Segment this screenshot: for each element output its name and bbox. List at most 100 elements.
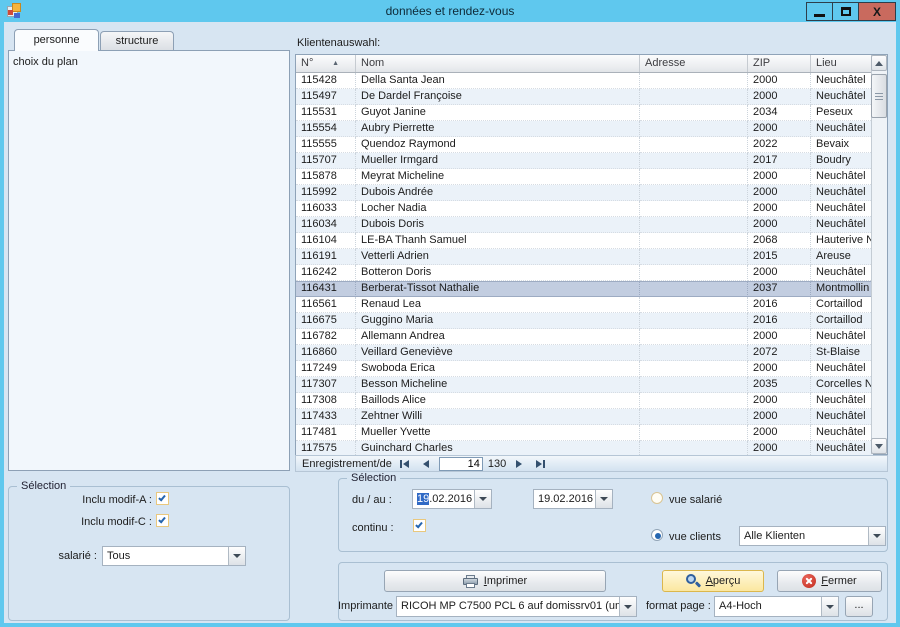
cell (640, 153, 748, 169)
cell: 115707 (296, 153, 356, 169)
close-button[interactable]: X (858, 2, 896, 21)
cell: 2000 (748, 73, 811, 89)
column-header-adresse[interactable]: Adresse (640, 55, 748, 72)
table-row[interactable]: 117575Guinchard Charles2000Neuchâtel (296, 441, 873, 456)
cell: Aubry Pierrette (356, 121, 640, 137)
record-navigator: Enregistrement/de 130 (295, 455, 888, 472)
table-row[interactable]: 116675Guggino Maria2016Cortaillod (296, 313, 873, 329)
table-row[interactable]: 116191Vetterli Adrien2015Areuse (296, 249, 873, 265)
printer-icon (463, 575, 479, 588)
table-row[interactable]: 115878Meyrat Micheline2000Neuchâtel (296, 169, 873, 185)
table-row[interactable]: 116561Renaud Lea2016Cortaillod (296, 297, 873, 313)
chevron-down-icon[interactable] (595, 490, 612, 508)
cell: 117481 (296, 425, 356, 441)
cell: Baillods Alice (356, 393, 640, 409)
scrollbar-thumb[interactable] (871, 74, 887, 118)
cell: Botteron Doris (356, 265, 640, 281)
imprimante-select[interactable]: RICOH MP C7500 PCL 6 auf domissrv01 (um (396, 596, 637, 617)
date-to-picker[interactable]: 19.02.2016 (533, 489, 613, 509)
vue-salarie-radio[interactable] (651, 492, 663, 504)
table-row[interactable]: 117307Besson Micheline2035Corcelles NE (296, 377, 873, 393)
table-row[interactable]: 117308Baillods Alice2000Neuchâtel (296, 393, 873, 409)
first-record-button[interactable] (397, 457, 413, 470)
minimize-button[interactable] (806, 2, 833, 21)
apercu-button[interactable]: Aperçu (662, 570, 764, 592)
cell (640, 377, 748, 393)
cell: De Dardel Françoise (356, 89, 640, 105)
cell: 2000 (748, 169, 811, 185)
cell: 115428 (296, 73, 356, 89)
tab-structure[interactable]: structure (100, 31, 174, 51)
cell: Neuchâtel (811, 393, 873, 409)
column-header-nom[interactable]: Nom (356, 55, 640, 72)
clients-filter-select[interactable]: Alle Klienten (739, 526, 886, 546)
cell (640, 121, 748, 137)
cell (640, 345, 748, 361)
table-row[interactable]: 116242Botteron Doris2000Neuchâtel (296, 265, 873, 281)
previous-record-button[interactable] (418, 457, 434, 470)
table-row[interactable]: 115554Aubry Pierrette2000Neuchâtel (296, 121, 873, 137)
table-row[interactable]: 115497De Dardel Françoise2000Neuchâtel (296, 89, 873, 105)
table-row[interactable]: 115992Dubois Andrée2000Neuchâtel (296, 185, 873, 201)
salarie-select[interactable]: Tous (102, 546, 246, 566)
cell: Guggino Maria (356, 313, 640, 329)
inclu-modif-a-checkbox[interactable] (156, 492, 169, 505)
table-row[interactable]: 116782Allemann Andrea2000Neuchâtel (296, 329, 873, 345)
clients-table-vertical-scrollbar[interactable] (871, 55, 887, 454)
cell: Renaud Lea (356, 297, 640, 313)
cell: Della Santa Jean (356, 73, 640, 89)
scroll-up-button[interactable] (871, 55, 887, 71)
cell: 116242 (296, 265, 356, 281)
date-from-picker[interactable]: 19.02.2016 (412, 489, 492, 509)
tab-personne[interactable]: personne (14, 29, 99, 51)
imprimante-label: Imprimante (338, 600, 393, 612)
clients-table-body: 115428Della Santa Jean2000Neuchâtel11549… (296, 73, 873, 456)
table-row[interactable]: 115707Mueller Irmgard2017Boudry (296, 153, 873, 169)
table-row[interactable]: 116104LE-BA Thanh Samuel2068Hauterive NE (296, 233, 873, 249)
imprimer-button[interactable]: Imprimer (384, 570, 606, 592)
navigator-label: Enregistrement/de (302, 458, 392, 470)
cell: Meyrat Micheline (356, 169, 640, 185)
last-record-button[interactable] (532, 457, 548, 470)
chevron-down-icon[interactable] (821, 597, 838, 616)
salarie-label: salarié : (20, 550, 97, 562)
table-row[interactable]: 116860Veillard Geneviève2072St-Blaise (296, 345, 873, 361)
chevron-down-icon[interactable] (228, 547, 245, 565)
cell: Neuchâtel (811, 185, 873, 201)
cell: 117249 (296, 361, 356, 377)
table-row[interactable]: 115555Quendoz Raymond2022Bevaix (296, 137, 873, 153)
continu-checkbox[interactable] (413, 519, 426, 532)
browse-button[interactable]: ... (845, 596, 873, 617)
total-records-label: 130 (488, 458, 506, 470)
maximize-icon (841, 7, 851, 16)
format-page-select[interactable]: A4-Hoch (714, 596, 839, 617)
chevron-down-icon[interactable] (619, 597, 636, 616)
chevron-down-icon[interactable] (474, 490, 491, 508)
cell (640, 265, 748, 281)
cell: Locher Nadia (356, 201, 640, 217)
vue-clients-radio[interactable] (651, 529, 663, 541)
table-row[interactable]: 115531Guyot Janine2034Peseux (296, 105, 873, 121)
table-row[interactable]: 116431Berberat-Tissot Nathalie2037Montmo… (296, 281, 873, 297)
inclu-modif-c-checkbox[interactable] (156, 514, 169, 527)
column-header-zip[interactable]: ZIP (748, 55, 811, 72)
next-record-button[interactable] (511, 457, 527, 470)
scroll-down-button[interactable] (871, 438, 887, 454)
column-header-lieu[interactable]: Lieu (811, 55, 873, 72)
table-row[interactable]: 117481Mueller Yvette2000Neuchâtel (296, 425, 873, 441)
table-row[interactable]: 117433Zehtner Willi2000Neuchâtel (296, 409, 873, 425)
current-record-input[interactable] (439, 457, 483, 471)
cell (640, 441, 748, 456)
check-icon (158, 494, 166, 502)
tab-page-personne (8, 50, 290, 471)
maximize-button[interactable] (832, 2, 859, 21)
inclu-modif-c-label: Inclu modif-C : (20, 516, 152, 528)
table-row[interactable]: 116033Locher Nadia2000Neuchâtel (296, 201, 873, 217)
table-row[interactable]: 116034Dubois Doris2000Neuchâtel (296, 217, 873, 233)
fermer-button[interactable]: Fermer (777, 570, 882, 592)
chevron-down-icon[interactable] (868, 527, 885, 545)
column-header-no[interactable]: N°▲ (296, 55, 356, 72)
cell: Dubois Andrée (356, 185, 640, 201)
table-row[interactable]: 117249Swoboda Erica2000Neuchâtel (296, 361, 873, 377)
table-row[interactable]: 115428Della Santa Jean2000Neuchâtel (296, 73, 873, 89)
